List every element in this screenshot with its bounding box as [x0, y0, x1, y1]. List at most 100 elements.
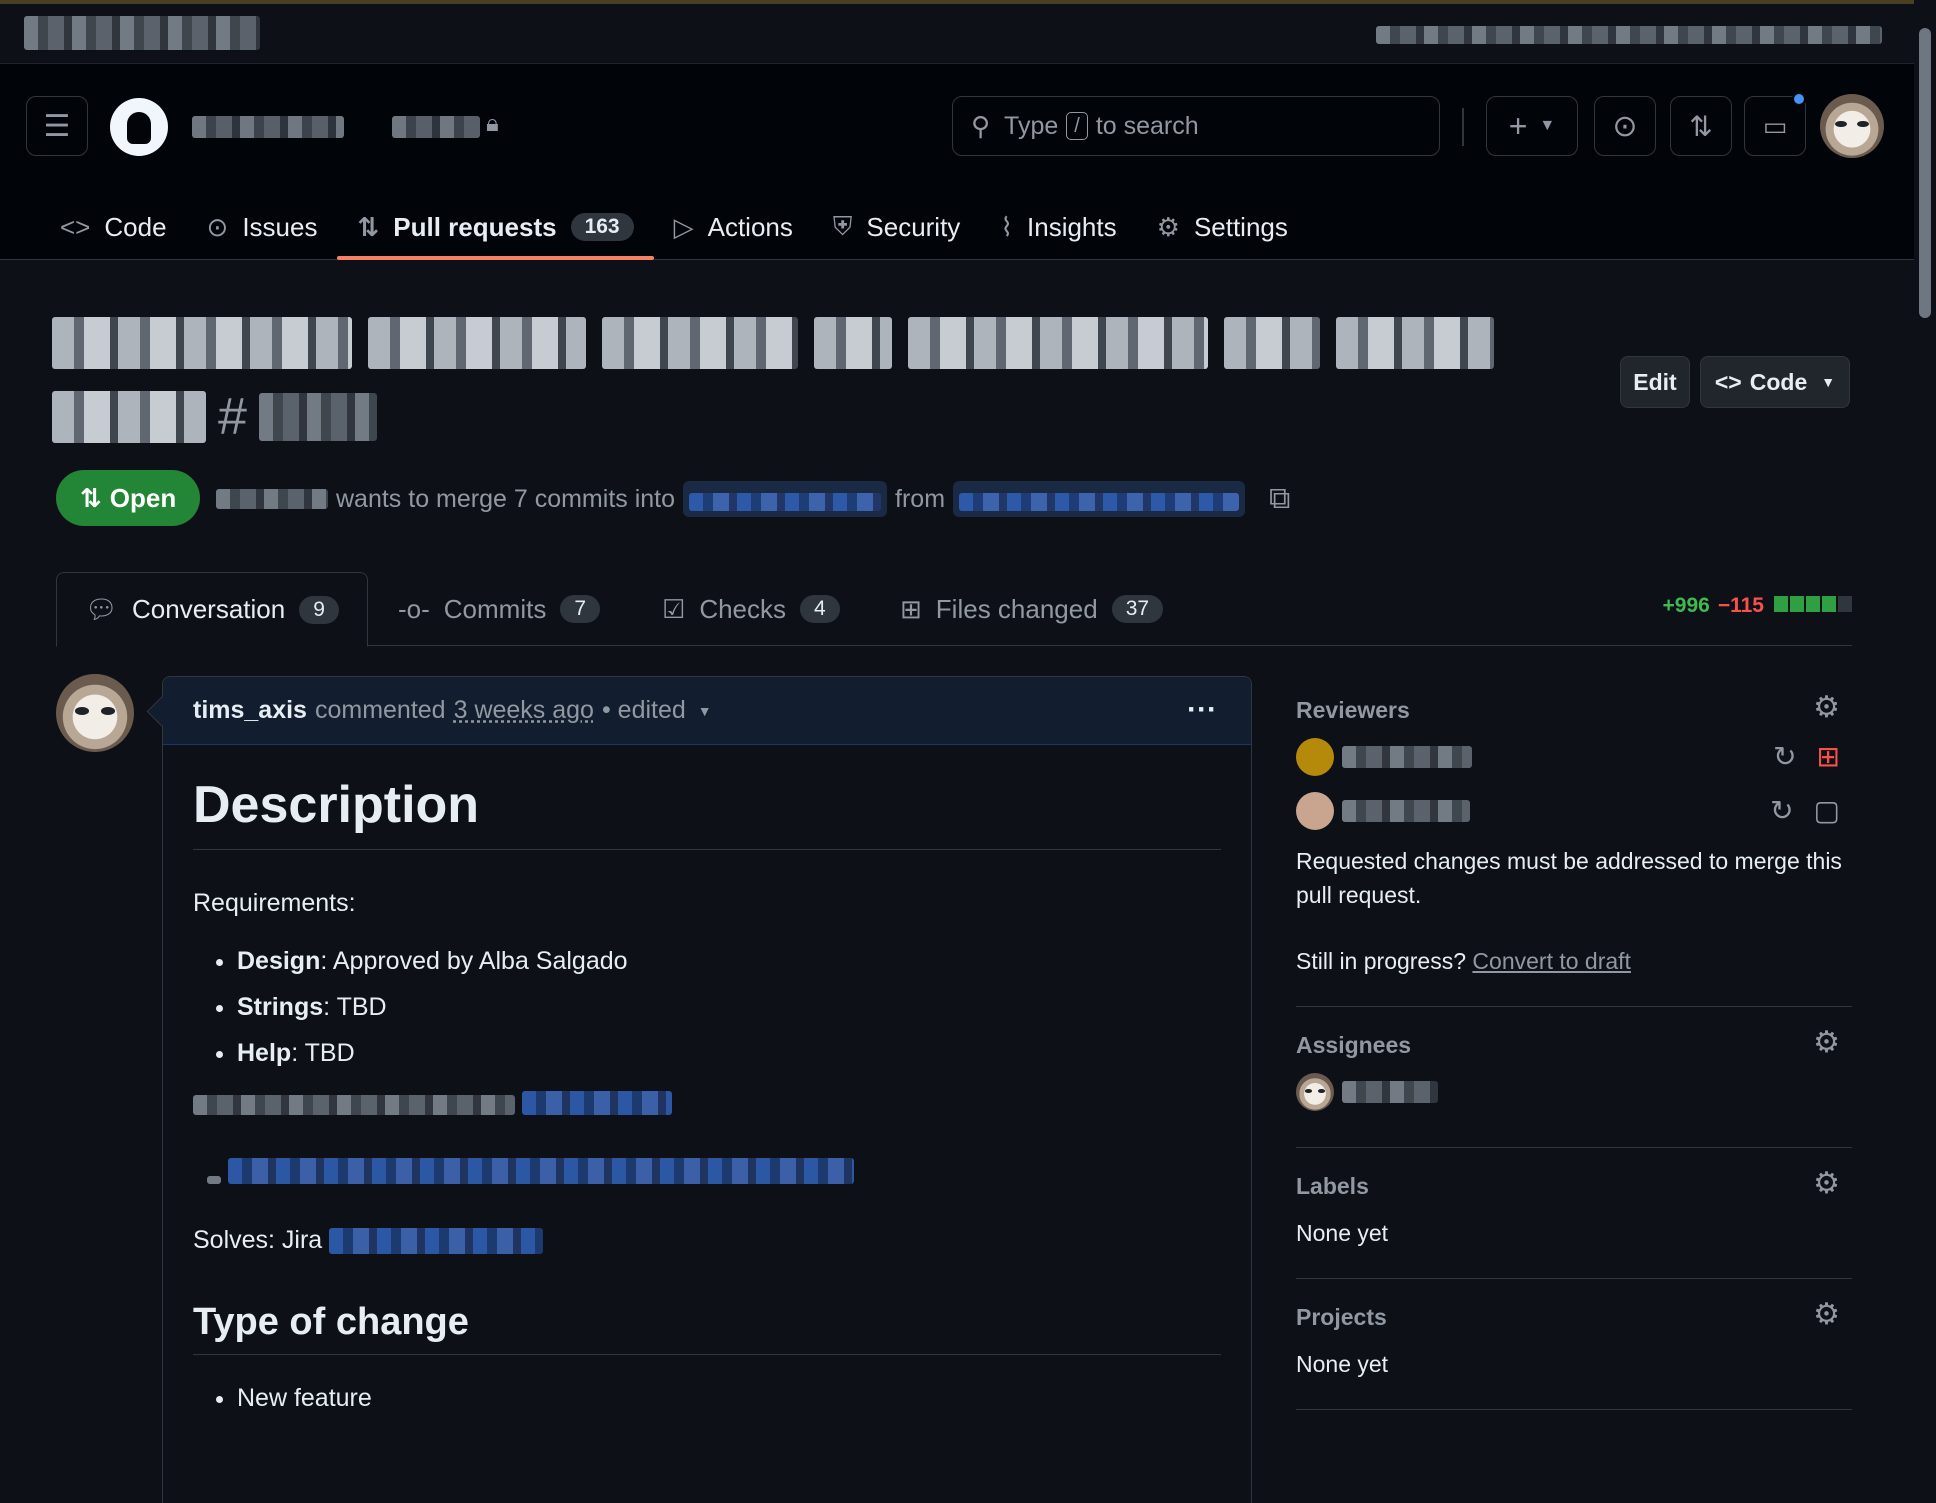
pull-requests-count: 163 — [570, 213, 634, 241]
redacted-link-line — [193, 1158, 1221, 1193]
jira-link[interactable] — [329, 1228, 544, 1255]
pr-title: # — [52, 310, 1512, 452]
pr-description-comment: tims_axis commented 3 weeks ago • edited… — [162, 676, 1252, 1503]
tab-insights-label: Insights — [1027, 211, 1117, 242]
req-val: : TBD — [291, 1039, 355, 1067]
tab-actions[interactable]: ▷ Actions — [654, 196, 813, 258]
diffstat-bar — [1772, 594, 1852, 618]
gear-icon[interactable]: ⚙ — [1813, 1166, 1840, 1201]
description-heading: Description — [193, 775, 1221, 850]
graph-icon: ⌇ — [1000, 211, 1014, 242]
play-icon: ▷ — [673, 211, 694, 242]
create-new-button[interactable]: + ▼ — [1486, 96, 1578, 156]
issues-button[interactable]: ⊙ — [1594, 96, 1656, 156]
tab-settings-label: Settings — [1193, 211, 1288, 242]
chevron-down-icon: ▼ — [1539, 117, 1556, 134]
assignees-section: Assignees ⚙ — [1296, 1007, 1852, 1148]
labels-section: Labels ⚙ None yet — [1296, 1148, 1852, 1279]
tab-files-changed[interactable]: ⊞ Files changed 37 — [900, 572, 1164, 646]
reviewer-name[interactable] — [1342, 746, 1472, 768]
head-branch[interactable] — [953, 481, 1246, 517]
tab-conversation[interactable]: 💬︎ Conversation 9 — [56, 572, 368, 647]
pr-number — [258, 393, 377, 441]
tab-pull-requests[interactable]: ⇅ Pull requests 163 — [337, 196, 654, 260]
tab-files-changed-label: Files changed — [935, 593, 1098, 624]
pr-sidebar: Reviewers ⚙ ↻ ⊞ ↻ ▢ Requested changes must… — [1296, 690, 1852, 1410]
pr-author[interactable] — [216, 489, 328, 509]
tab-insights[interactable]: ⌇ Insights — [980, 196, 1136, 258]
issue-opened-icon: ⊙ — [1612, 109, 1638, 143]
deletions: −115 — [1717, 594, 1764, 617]
reviewer-row: ↻ ⊞ — [1296, 730, 1852, 784]
checklist-icon: ☑ — [662, 593, 686, 624]
git-pull-request-icon: ⇅ — [1689, 110, 1713, 142]
global-header: ☰ 🔒︎ ⚲ Type / to search + ▼ ⊙ ⇅ ▭ <> Code… — [0, 64, 1936, 260]
conversation-count: 9 — [299, 595, 339, 624]
comment-author-avatar[interactable] — [56, 674, 134, 752]
reviewer-avatar[interactable] — [1296, 738, 1334, 776]
re-request-review-icon[interactable]: ↻ — [1773, 740, 1796, 773]
projects-title[interactable]: Projects — [1296, 1297, 1852, 1337]
search-input[interactable]: ⚲ Type / to search — [952, 96, 1440, 156]
requirements-label: Requirements: — [193, 889, 356, 917]
files-changed-count: 37 — [1111, 595, 1164, 623]
comment-edited[interactable]: • edited — [602, 696, 686, 725]
gear-icon[interactable]: ⚙ — [1813, 1297, 1840, 1332]
user-avatar[interactable] — [1820, 94, 1884, 158]
repo-owner[interactable] — [192, 116, 344, 138]
gear-icon[interactable]: ⚙ — [1813, 1025, 1840, 1060]
progress-question: Still in progress? — [1296, 948, 1467, 974]
tab-checks-label: Checks — [699, 593, 787, 624]
assignees-title[interactable]: Assignees — [1296, 1025, 1852, 1065]
kebab-horizontal-icon[interactable]: ··· — [1187, 693, 1217, 727]
github-logo-icon[interactable] — [110, 98, 168, 156]
additions: +996 — [1662, 594, 1710, 617]
redacted-link[interactable] — [521, 1091, 672, 1115]
req-key: Design — [237, 947, 321, 975]
tab-issues[interactable]: ⊙ Issues — [187, 196, 338, 258]
progress-line: Still in progress? Convert to draft — [1296, 944, 1852, 978]
pr-state-badge: ⇅ Open — [56, 470, 201, 526]
tab-security[interactable]: ⛨ Security — [813, 196, 980, 258]
assignee-row — [1296, 1065, 1852, 1119]
code-icon: <> — [1714, 368, 1742, 395]
re-request-review-icon[interactable]: ↻ — [1770, 794, 1793, 827]
req-val: : Approved by Alba Salgado — [320, 947, 628, 975]
copy-icon[interactable]: ⧉ — [1269, 482, 1290, 516]
repo-name[interactable] — [392, 116, 480, 138]
code-dropdown-button[interactable]: <> Code ▼ — [1700, 356, 1850, 408]
reviewer-name[interactable] — [1342, 800, 1470, 822]
search-prefix: Type — [1004, 111, 1059, 140]
comment-author[interactable]: tims_axis — [193, 696, 307, 725]
page-scrollbar[interactable] — [1914, 0, 1936, 1503]
edit-button[interactable]: Edit — [1620, 356, 1690, 408]
assignee-name[interactable] — [1342, 1081, 1438, 1103]
scrollbar-thumb[interactable] — [1919, 28, 1931, 318]
reviewers-title[interactable]: Reviewers — [1296, 690, 1852, 730]
base-branch[interactable] — [683, 481, 888, 517]
redacted-url[interactable] — [227, 1158, 854, 1184]
chevron-down-icon[interactable]: ▼ — [698, 703, 712, 719]
header-divider — [1462, 108, 1464, 146]
tab-settings[interactable]: ⚙ Settings — [1137, 196, 1308, 258]
pull-requests-button[interactable]: ⇅ — [1670, 96, 1732, 156]
convert-to-draft-link[interactable]: Convert to draft — [1472, 948, 1631, 974]
reviewer-avatar[interactable] — [1296, 792, 1334, 830]
gear-icon[interactable]: ⚙ — [1813, 690, 1840, 725]
code-icon: <> — [60, 211, 91, 242]
comment-time[interactable]: 3 weeks ago — [454, 696, 594, 725]
shield-icon: ⛨ — [832, 211, 853, 241]
issue-opened-icon: ⊙ — [206, 211, 229, 242]
pr-title-text-5 — [908, 317, 1208, 369]
assignee-avatar[interactable] — [1296, 1073, 1334, 1111]
from-text: from — [895, 484, 946, 513]
tab-checks[interactable]: ☑ Checks 4 — [662, 572, 840, 646]
gear-icon: ⚙ — [1156, 211, 1180, 242]
file-diff-icon: ⊞ — [900, 593, 922, 624]
tab-commits[interactable]: -o- Commits 7 — [398, 572, 601, 646]
list-item: Strings: TBD — [237, 990, 1221, 1024]
tab-code[interactable]: <> Code — [40, 196, 187, 258]
pr-title-text-1 — [52, 317, 352, 369]
menu-button[interactable]: ☰ — [26, 96, 88, 156]
labels-title[interactable]: Labels — [1296, 1166, 1852, 1206]
